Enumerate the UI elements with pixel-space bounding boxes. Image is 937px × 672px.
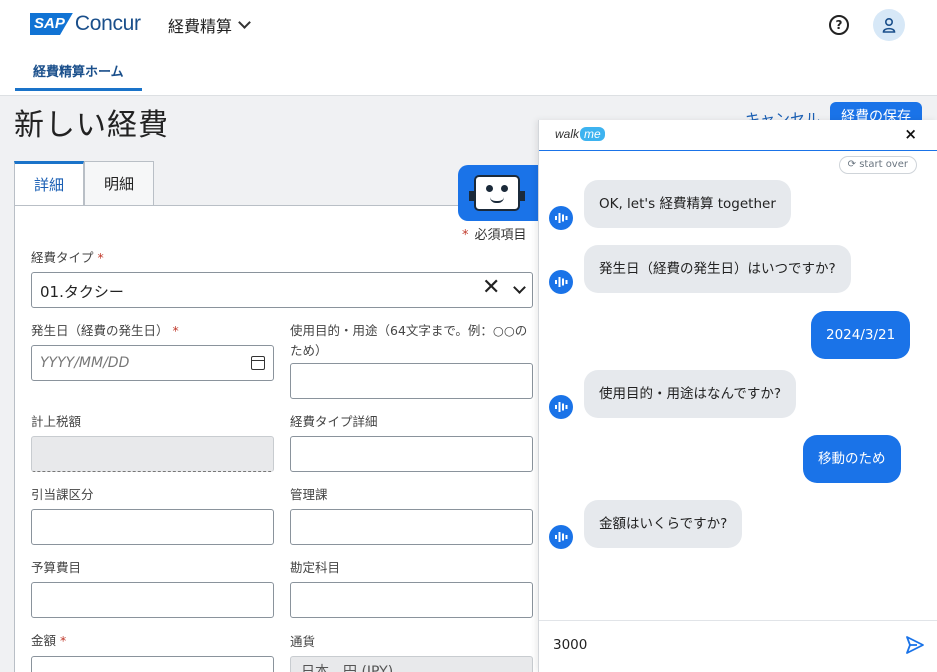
purpose-label: 使用目的・用途（64文字まで。例：○○のため）: [290, 323, 528, 358]
waveform-icon: [549, 395, 573, 419]
top-header: SAP Concur 経費精算 ? 経費精算ホーム: [0, 0, 937, 96]
purpose-field[interactable]: [290, 363, 533, 399]
chat-input[interactable]: 3000: [553, 637, 587, 653]
bot-icon: [469, 175, 525, 211]
amount-field[interactable]: [31, 656, 274, 672]
sap-concur-logo[interactable]: SAP Concur: [30, 12, 141, 35]
close-icon[interactable]: ×: [904, 125, 917, 143]
send-icon[interactable]: [905, 635, 925, 655]
chat-message-user: 移動のため: [803, 435, 901, 483]
refresh-icon: ⟳: [847, 159, 857, 170]
management-field[interactable]: [290, 509, 533, 545]
management-label: 管理課: [290, 487, 328, 502]
concur-logo-text: Concur: [74, 12, 141, 35]
tab-itemization[interactable]: 明細: [84, 161, 154, 206]
app-name: 経費精算: [168, 17, 233, 36]
app-switcher[interactable]: 経費精算: [168, 13, 251, 37]
chat-message-bot: 金額はいくらですか?: [584, 500, 743, 548]
account-field[interactable]: [290, 582, 533, 618]
division-field[interactable]: [31, 509, 274, 545]
date-field[interactable]: YYYY/MM/DD: [31, 345, 274, 381]
sap-logo-mark: SAP: [30, 13, 73, 35]
clear-icon[interactable]: ✕: [482, 275, 500, 300]
currency-field[interactable]: 日本、円 (JPY): [290, 656, 533, 672]
start-over-button[interactable]: ⟳ start over: [838, 156, 917, 174]
chat-input-bar: 3000: [539, 620, 937, 672]
taxed-amount-field: [31, 436, 274, 472]
waveform-icon: [549, 270, 573, 294]
expense-type-label: 経費タイプ *: [31, 250, 104, 265]
required-note: * 必須項目: [462, 228, 527, 243]
currency-value: 日本、円 (JPY): [301, 664, 394, 672]
help-icon[interactable]: ?: [829, 15, 849, 35]
date-placeholder: YYYY/MM/DD: [40, 355, 130, 371]
expense-type-value: 01.タクシー: [40, 283, 124, 301]
taxed-amount-label: 計上税額: [31, 414, 82, 429]
expense-type-select[interactable]: 01.タクシー ✕: [31, 272, 533, 308]
walkme-logo: walk me: [555, 127, 605, 141]
chevron-down-icon[interactable]: [513, 281, 526, 294]
type-detail-field[interactable]: [290, 436, 533, 472]
user-profile-button[interactable]: [873, 9, 905, 41]
chat-header: walk me ×: [539, 120, 937, 151]
calendar-icon[interactable]: [251, 356, 265, 370]
account-label: 勘定科目: [290, 560, 341, 575]
assistant-bot-button[interactable]: [458, 165, 538, 221]
walkme-chat-panel: walk me × ⟳ start over OK, let's 経費精算 tog…: [538, 120, 937, 672]
waveform-icon: [549, 525, 573, 549]
user-icon: [882, 17, 896, 33]
currency-label: 通貨: [290, 634, 316, 649]
chat-message-bot: OK, let's 経費精算 together: [584, 180, 791, 228]
nav-tab-expense-home[interactable]: 経費精算ホーム: [15, 61, 142, 91]
tab-details[interactable]: 詳細: [14, 161, 84, 206]
budget-label: 予算費目: [31, 560, 82, 575]
chevron-down-icon: [238, 16, 251, 29]
chat-message-bot: 発生日（経費の発生日）はいつですか?: [584, 245, 851, 293]
page-title: 新しい経費: [14, 108, 169, 143]
amount-label: 金額 *: [31, 633, 67, 648]
chat-message-bot: 使用目的・用途はなんですか?: [584, 370, 796, 418]
chat-message-user: 2024/3/21: [811, 311, 911, 359]
budget-field[interactable]: [31, 582, 274, 618]
type-detail-label: 経費タイプ詳細: [290, 414, 378, 429]
date-label: 発生日（経費の発生日） *: [31, 323, 179, 338]
division-label: 引当課区分: [31, 487, 94, 502]
waveform-icon: [549, 206, 573, 230]
